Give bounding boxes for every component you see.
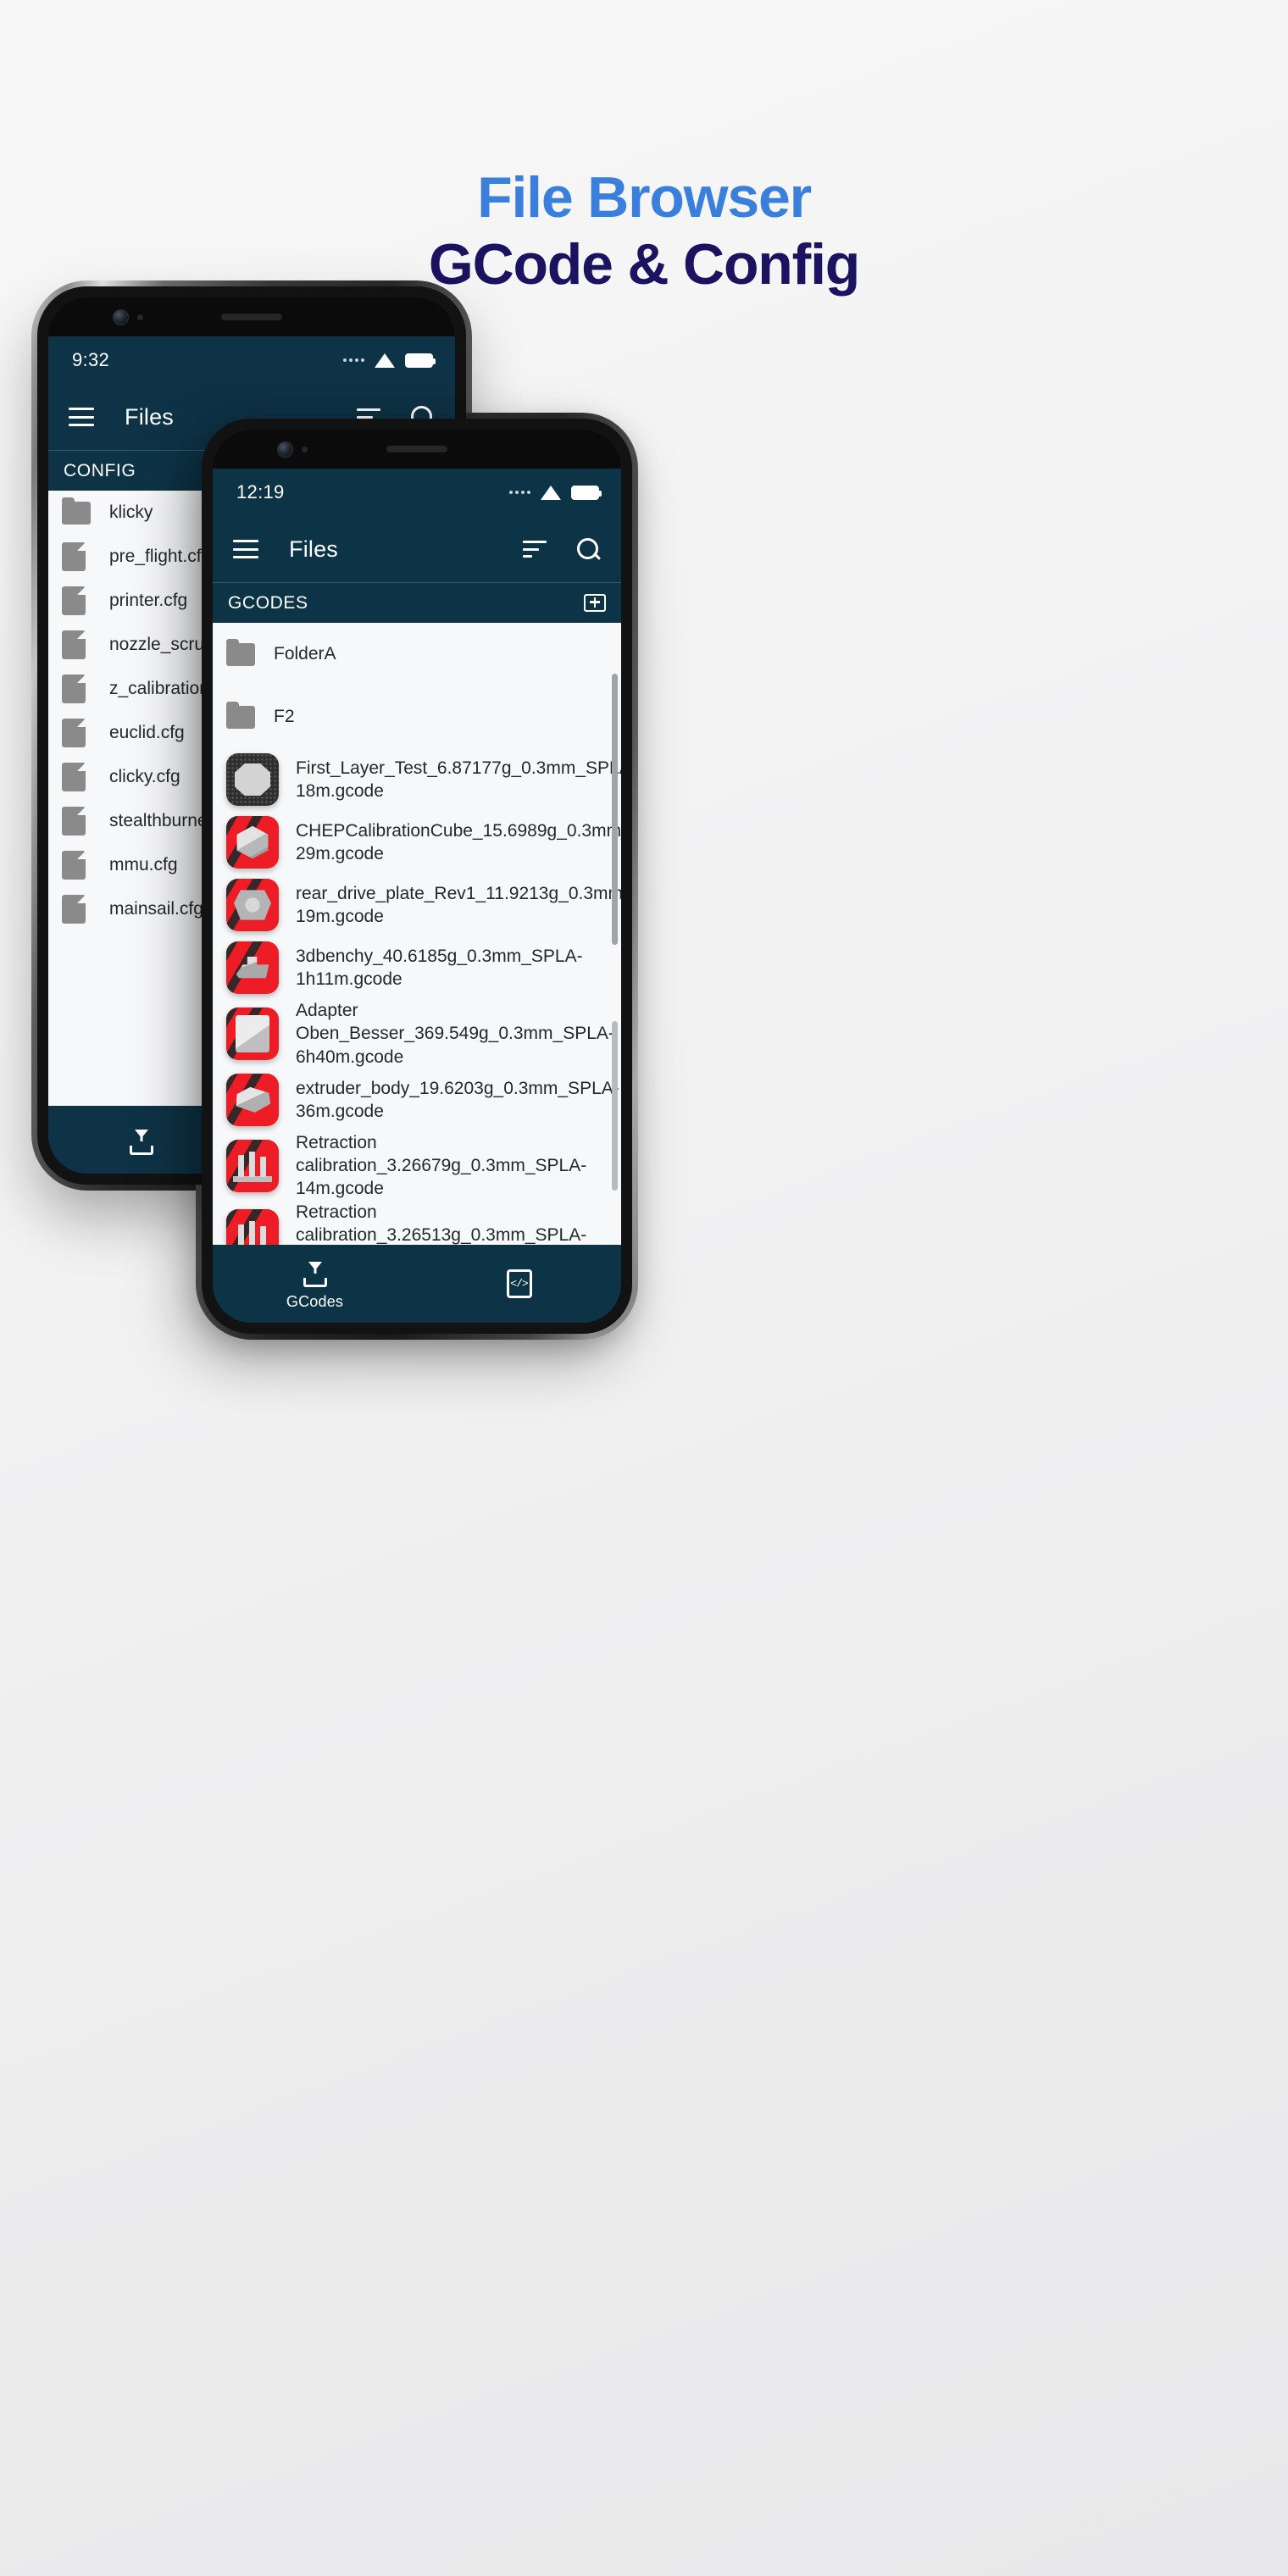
file-icon xyxy=(62,719,86,747)
file-name: First_Layer_Test_6.87177g_0.3mm_SPLA-18m… xyxy=(296,758,621,801)
status-icons-back xyxy=(343,353,436,368)
signal-dots-icon xyxy=(343,358,364,362)
list-item[interactable]: extruder_body_19.6203g_0.3mm_SPLA-36m.gc… xyxy=(213,1069,621,1131)
screen-front: 12:19 Files GCODES FolderA F2 First_Laye… xyxy=(213,430,621,1323)
file-name: euclid.cfg xyxy=(109,723,185,743)
list-item[interactable]: CHEPCalibrationCube_15.6989g_0.3mm_SPLA-… xyxy=(213,811,621,874)
earpiece-speaker xyxy=(221,314,282,320)
list-item[interactable]: Retraction calibration_3.26679g_0.3mm_SP… xyxy=(213,1131,621,1201)
list-scrollbar-secondary[interactable] xyxy=(612,1021,618,1191)
status-bar-front: 12:19 xyxy=(213,469,621,516)
nav-item-gcodes[interactable] xyxy=(130,1130,153,1155)
hamburger-menu-icon[interactable] xyxy=(233,540,258,558)
calibration-cube-thumbnail xyxy=(226,816,279,869)
file-list-front[interactable]: FolderA F2 First_Layer_Test_6.87177g_0.3… xyxy=(213,623,621,1245)
list-item[interactable]: 3dbenchy_40.6185g_0.3mm_SPLA-1h11m.gcode xyxy=(213,936,621,999)
retraction-towers-thumbnail xyxy=(226,1139,279,1192)
file-name: rear_drive_plate_Rev1_11.9213g_0.3mm_SPL… xyxy=(296,883,621,926)
status-icons-front xyxy=(509,485,602,500)
gcode-icon xyxy=(130,1130,153,1155)
list-item[interactable]: Retraction calibration_3.26513g_0.3mm_SP… xyxy=(213,1201,621,1245)
signal-dots-icon xyxy=(509,491,530,494)
sensor-strip-back xyxy=(48,297,455,336)
gcode-icon xyxy=(303,1262,327,1287)
list-item[interactable]: First_Layer_Test_6.87177g_0.3mm_SPLA-18m… xyxy=(213,748,621,811)
folder-icon xyxy=(226,638,255,666)
file-icon xyxy=(62,675,86,703)
list-item[interactable]: F2 xyxy=(213,686,621,748)
nav-item-gcodes[interactable]: GCodes xyxy=(213,1262,417,1311)
file-name: printer.cfg xyxy=(109,591,188,611)
app-bar-title: Files xyxy=(125,403,175,430)
headline-line-1: File Browser xyxy=(477,165,812,230)
earpiece-speaker xyxy=(386,446,447,452)
file-name: pre_flight.cfg xyxy=(109,547,212,567)
section-label: GCODES xyxy=(228,592,308,613)
file-icon xyxy=(62,895,86,924)
status-time: 9:32 xyxy=(72,349,110,370)
list-scrollbar[interactable] xyxy=(612,674,618,945)
code-config-icon xyxy=(506,1269,532,1298)
wifi-icon xyxy=(541,485,561,500)
sensor-strip-front xyxy=(213,430,621,469)
folder-icon xyxy=(226,701,255,729)
file-icon xyxy=(62,851,86,880)
file-name: 3dbenchy_40.6185g_0.3mm_SPLA-1h11m.gcode xyxy=(296,946,583,989)
proximity-sensor-icon xyxy=(302,446,308,452)
file-icon xyxy=(62,763,86,791)
nav-label-gcodes: GCodes xyxy=(286,1293,344,1310)
file-icon xyxy=(62,586,86,615)
file-name: CHEPCalibrationCube_15.6989g_0.3mm_SPLA-… xyxy=(296,820,621,863)
file-name: Adapter Oben_Besser_369.549g_0.3mm_SPLA-… xyxy=(296,1001,614,1067)
app-bar-title: Files xyxy=(289,536,339,562)
app-bar-front: Files xyxy=(213,516,621,582)
benchy-boat-thumbnail xyxy=(226,941,279,994)
octagon-plate-thumbnail xyxy=(226,753,279,806)
file-icon xyxy=(62,542,86,571)
hamburger-menu-icon[interactable] xyxy=(69,408,94,426)
drive-plate-thumbnail xyxy=(226,879,279,931)
nav-item-config[interactable] xyxy=(417,1269,621,1304)
status-bar-back: 9:32 xyxy=(48,336,455,384)
file-name: F2 xyxy=(274,707,295,727)
file-name: klicky xyxy=(109,502,153,523)
front-camera-icon xyxy=(113,308,129,325)
wifi-icon xyxy=(375,353,395,368)
file-name: Retraction calibration_3.26679g_0.3mm_SP… xyxy=(296,1132,587,1199)
add-folder-icon[interactable] xyxy=(584,594,606,612)
app-bar-actions-front xyxy=(523,538,599,560)
status-time: 12:19 xyxy=(236,481,285,502)
page-title: File Browser GCode & Config xyxy=(0,168,1288,294)
battery-icon xyxy=(405,353,436,368)
file-name: extruder_body_19.6203g_0.3mm_SPLA-36m.gc… xyxy=(296,1078,619,1121)
headline-line-2: GCode & Config xyxy=(428,231,860,297)
file-icon xyxy=(62,807,86,836)
file-name: mainsail.cfg xyxy=(109,899,203,919)
list-item[interactable]: FolderA xyxy=(213,623,621,686)
file-name: clicky.cfg xyxy=(109,767,180,787)
folder-icon xyxy=(62,497,91,525)
bottom-nav-front: GCodes xyxy=(213,1245,621,1323)
section-header-gcodes: GCODES xyxy=(213,582,621,623)
sort-icon[interactable] xyxy=(523,541,547,558)
retraction-towers-thumbnail xyxy=(226,1208,279,1245)
proximity-sensor-icon xyxy=(137,314,143,320)
phone-mockup-front: 12:19 Files GCODES FolderA F2 First_Laye… xyxy=(196,413,638,1340)
search-icon[interactable] xyxy=(577,538,599,560)
file-icon xyxy=(62,630,86,659)
adapter-panel-thumbnail xyxy=(226,1007,279,1060)
list-item[interactable]: Adapter Oben_Besser_369.549g_0.3mm_SPLA-… xyxy=(213,999,621,1069)
extruder-body-thumbnail xyxy=(226,1073,279,1126)
front-camera-icon xyxy=(277,441,293,458)
file-name: Retraction calibration_3.26513g_0.3mm_SP… xyxy=(296,1202,587,1245)
file-name: mmu.cfg xyxy=(109,855,178,875)
file-name: FolderA xyxy=(274,644,336,664)
battery-icon xyxy=(571,485,602,500)
section-label: CONFIG xyxy=(64,460,136,480)
list-item[interactable]: rear_drive_plate_Rev1_11.9213g_0.3mm_SPL… xyxy=(213,874,621,936)
